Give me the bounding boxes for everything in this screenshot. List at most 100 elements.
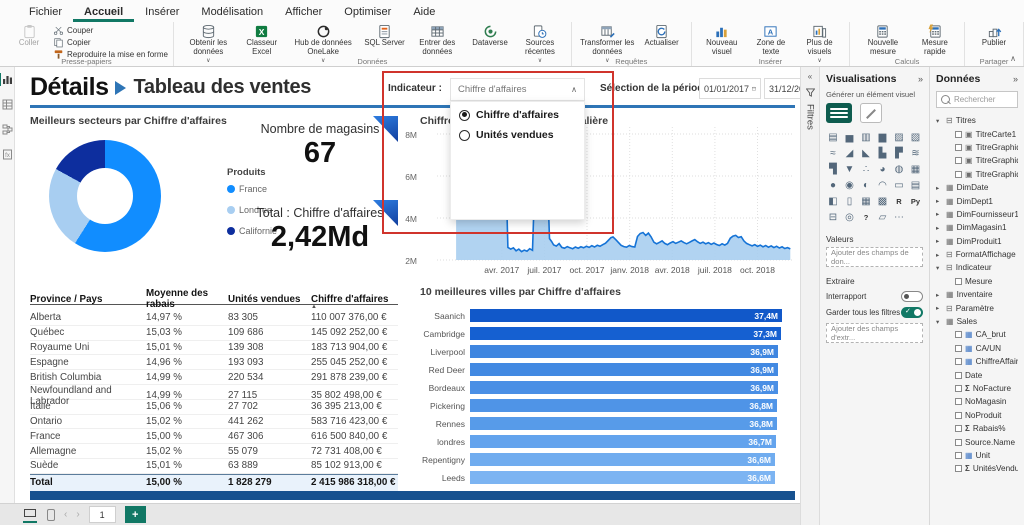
bar-row[interactable]: Cambridge 37,3M <box>407 327 787 340</box>
menu-tab-fichier[interactable]: Fichier <box>18 3 73 22</box>
bar[interactable]: 36,8M <box>470 417 777 430</box>
field-checkbox[interactable] <box>955 331 962 339</box>
matrix-icon[interactable]: ▩ <box>876 195 890 209</box>
keep-all-filters-toggle[interactable] <box>901 307 923 318</box>
store-count-value[interactable]: 67 <box>210 137 430 170</box>
field-checkbox[interactable] <box>955 465 962 473</box>
column-header[interactable]: Chiffre d'affaires <box>311 294 398 305</box>
key-influencers-icon[interactable]: ◎ <box>843 211 857 225</box>
treemap-icon[interactable]: ▦ <box>909 163 923 177</box>
r-script-visual-icon[interactable]: R <box>892 195 906 209</box>
gauge-icon[interactable]: ◠ <box>876 179 890 193</box>
search-input[interactable]: Rechercher <box>936 91 1018 108</box>
card-icon[interactable]: ▭ <box>892 179 906 193</box>
field-tree-item[interactable]: ▾ ⊟ Indicateur <box>936 261 1018 274</box>
field-tree-item[interactable]: ▣TitreGraphique2 <box>936 154 1018 167</box>
collapse-panel-icon[interactable]: » <box>918 74 923 84</box>
sql-server-button[interactable]: SQL Server <box>361 23 409 49</box>
hundred-percent-stacked-bar-chart-icon[interactable]: ▨ <box>892 131 906 145</box>
bar-row[interactable]: Rennes 36,8M <box>407 417 787 430</box>
period-end-input[interactable]: 31/12/2018 <box>764 78 800 99</box>
filters-panel-collapsed[interactable]: « Filtres <box>800 67 820 525</box>
field-checkbox[interactable] <box>955 398 962 406</box>
kpi-icon[interactable]: ◧ <box>826 195 840 209</box>
build-visual-mode-icon[interactable] <box>826 103 852 123</box>
radio-unselected-icon[interactable] <box>459 129 470 141</box>
bar[interactable]: 37,3M <box>470 327 781 340</box>
dax-query-view-button[interactable]: fx <box>1 148 14 161</box>
calendar-icon[interactable] <box>752 83 756 94</box>
line-chart-icon[interactable]: ≈ <box>826 147 840 161</box>
chevron-right-icon[interactable]: ▸ <box>936 237 943 245</box>
next-page-icon[interactable]: › <box>76 509 79 520</box>
chevron-right-icon[interactable]: ▸ <box>936 304 943 312</box>
text-box-button[interactable]: A Zone de texte <box>747 23 795 58</box>
period-start-input[interactable]: 01/01/2017 <box>699 78 761 99</box>
more-visuals-ellipsis-icon[interactable]: ⋯ <box>892 211 906 225</box>
indicator-option-chiffre[interactable]: Chiffre d'affaires <box>459 109 576 121</box>
line-and-clustered-column-chart-icon[interactable]: ▛ <box>892 147 906 161</box>
ribbon-chart-icon[interactable]: ≋ <box>909 147 923 161</box>
table-row[interactable]: Newfoundland and Labrador 14,99 % 27 115 35… <box>30 385 398 407</box>
field-tree-item[interactable]: ▸ ▦ DimDept1 <box>936 194 1018 207</box>
filled-map-icon[interactable]: ◉ <box>843 179 857 193</box>
column-header[interactable]: Unités vendues <box>228 294 311 305</box>
field-tree-item[interactable]: NoProduit <box>936 409 1018 422</box>
field-checkbox[interactable] <box>955 451 962 459</box>
paginated-report-visual-icon[interactable]: ▱ <box>876 211 890 225</box>
chevron-down-icon[interactable]: ▾ <box>936 117 943 125</box>
python-visual-icon[interactable]: Py <box>909 195 923 209</box>
table-row[interactable]: Espagne 14,96 % 193 093 255 045 252,00 € <box>30 355 398 371</box>
shape-map-icon[interactable]: ◐ <box>859 179 873 193</box>
field-checkbox[interactable] <box>955 157 962 165</box>
enter-data-button[interactable]: Entrer des données <box>409 23 466 58</box>
bar[interactable]: 36,6M <box>470 471 775 484</box>
field-tree-item[interactable]: Σ Rabais% <box>936 422 1018 435</box>
scatter-chart-icon[interactable]: ∴ <box>859 163 873 177</box>
copy-button[interactable]: Copier <box>53 37 168 48</box>
field-checkbox[interactable] <box>955 438 962 446</box>
field-checkbox[interactable] <box>955 344 962 352</box>
field-tree-item[interactable]: ▸ ▦ DimMagasin1 <box>936 221 1018 234</box>
donut-chart-icon[interactable]: ◍ <box>892 163 906 177</box>
table-header-row[interactable]: Province / Pays Moyenne des rabais Unités … <box>30 288 398 310</box>
table-row[interactable]: Royaume Uni 15,01 % 139 308 183 713 904,00 … <box>30 341 398 356</box>
dataverse-button[interactable]: Dataverse <box>466 23 514 49</box>
bar-row[interactable]: Liverpool 36,9M <box>407 345 787 358</box>
field-tree-item[interactable]: Mesure <box>936 275 1018 288</box>
q-and-a-visual-icon[interactable]: ? <box>859 211 873 225</box>
funnel-chart-icon[interactable]: ▼ <box>843 163 857 177</box>
bar-row[interactable]: Bordeaux 36,9M <box>407 381 787 394</box>
chevron-right-icon[interactable]: ▸ <box>936 291 943 299</box>
field-tree-item[interactable]: Source.Name <box>936 435 1018 448</box>
area-chart-icon[interactable]: ◢ <box>843 147 857 161</box>
table-row[interactable]: Italie 15,06 % 27 702 36 395 213,00 € <box>30 400 398 415</box>
add-page-button[interactable]: + <box>124 506 146 523</box>
field-checkbox[interactable] <box>955 425 962 433</box>
add-data-fields-well[interactable]: Ajouter des champs de don... <box>826 247 923 267</box>
bar[interactable]: 36,8M <box>470 399 777 412</box>
pie-chart-icon[interactable]: ◕ <box>876 163 890 177</box>
bar[interactable]: 36,9M <box>470 363 778 376</box>
indicator-dropdown[interactable]: Chiffre d'affaires ∧ <box>450 78 585 101</box>
stacked-bar-chart-icon[interactable]: ▤ <box>826 131 840 145</box>
column-header[interactable]: Province / Pays <box>30 294 146 305</box>
field-tree-item[interactable]: ▣ TitreCarte1 <box>936 127 1018 140</box>
table-row[interactable]: Ontario 15,02 % 441 262 583 716 423,00 € <box>30 415 398 430</box>
model-view-button[interactable] <box>1 123 14 136</box>
bar-row[interactable]: Repentigny 36,6M <box>407 453 787 466</box>
cross-report-toggle[interactable] <box>901 291 923 302</box>
field-tree-item[interactable]: ▦ChiffreAffairesFor... <box>936 355 1018 368</box>
chevron-right-icon[interactable]: ▸ <box>936 251 943 259</box>
menu-tab-accueil[interactable]: Accueil <box>73 3 135 22</box>
waterfall-chart-icon[interactable]: ▜ <box>826 163 840 177</box>
field-checkbox[interactable] <box>955 385 962 392</box>
field-tree-item[interactable]: Date <box>936 368 1018 381</box>
chevron-down-icon[interactable]: ▾ <box>936 318 943 326</box>
indicator-option-unites[interactable]: Unités vendues <box>459 129 576 141</box>
hundred-percent-stacked-column-chart-icon[interactable]: ▧ <box>909 131 923 145</box>
publish-button[interactable]: Publier <box>970 23 1018 49</box>
bar[interactable]: 36,9M <box>470 345 778 358</box>
field-tree-item[interactable]: ▸ ▦ Inventaire <box>936 288 1018 301</box>
decomposition-tree-icon[interactable]: ⊟ <box>826 211 840 225</box>
